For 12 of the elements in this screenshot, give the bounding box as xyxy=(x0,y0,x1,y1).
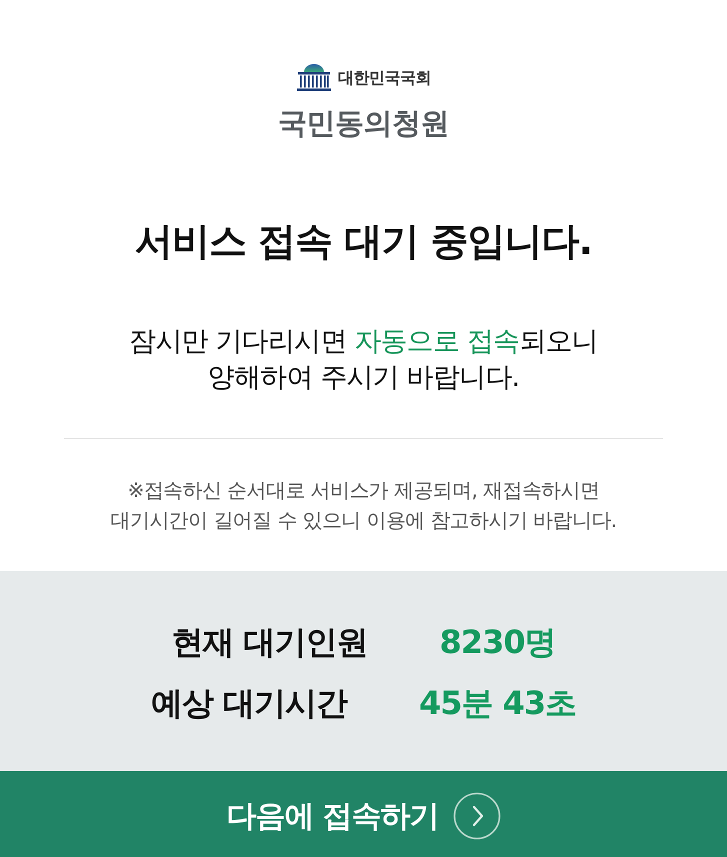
waiting-message: 잠시만 기다리시면 자동으로 접속되오니 양해하여 주시기 바랍니다. xyxy=(129,325,598,395)
notice-text: ※접속하신 순서대로 서비스가 제공되며, 재접속하시면 대기시간이 길어질 수 있으니 이용에 참고하시기 바랍니다. xyxy=(110,477,616,534)
page-title: 서비스 접속 대기 중입니다. xyxy=(134,218,592,265)
info-label: 현재 대기인원 xyxy=(171,622,368,662)
info-value: 45분 43초 xyxy=(418,682,576,724)
info-label: 예상 대기시간 xyxy=(150,682,347,724)
info-value: 8230명 xyxy=(440,622,556,662)
organization-name: 대한민국국회 xyxy=(338,68,431,88)
chevron-right-circle-icon xyxy=(452,792,501,840)
connect-later-button[interactable]: 다음에 접속하기 xyxy=(0,771,727,857)
service-name: 국민동의청원 xyxy=(278,105,449,142)
assembly-building-icon xyxy=(296,64,332,92)
